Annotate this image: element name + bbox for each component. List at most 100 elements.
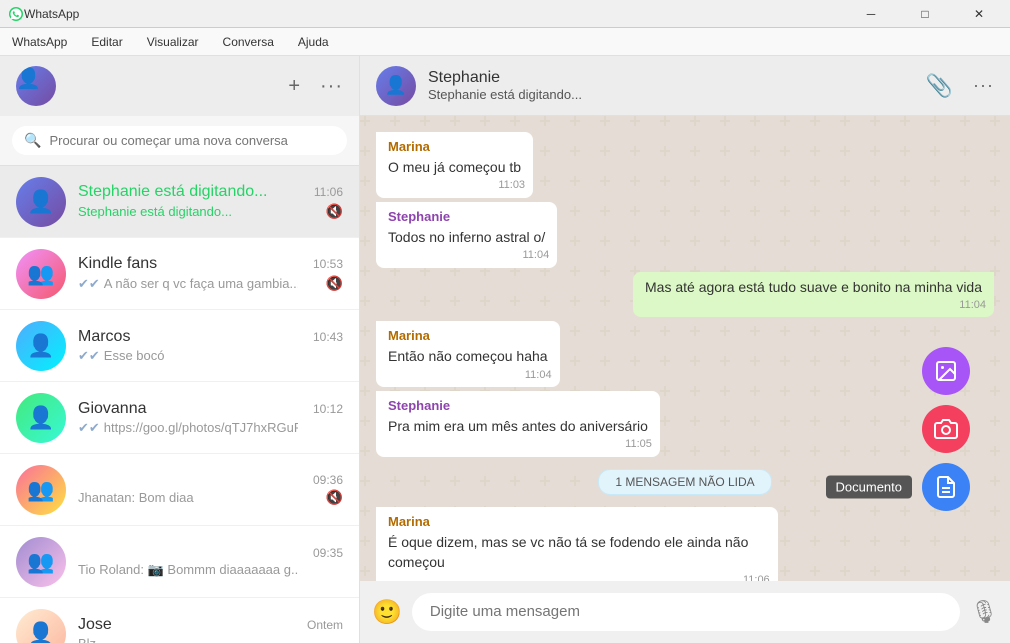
message-sender: Marina — [388, 513, 766, 531]
mute-icon: 🔇 — [326, 275, 343, 292]
chat-item-jhanatan[interactable]: 👥 09:36 Jhanatan: Bom diaa 🔇 — [0, 454, 359, 526]
chat-info-giovanna: Giovanna 10:12 ✔✔ https://goo.gl/photos/… — [78, 400, 343, 436]
chat-preview-row: Stephanie está digitando... 🔇 — [78, 203, 343, 220]
document-attach-wrap: Documento — [922, 463, 970, 511]
more-options-icon[interactable]: ··· — [320, 75, 343, 98]
chat-header-name: Stephanie — [428, 69, 926, 87]
menu-visualizar[interactable]: Visualizar — [143, 31, 203, 53]
chat-avatar-jhanatan: 👥 — [16, 465, 66, 515]
chat-item-roland[interactable]: 👥 09:35 Tio Roland: 📷 Bommm diaaaaaaa g.… — [0, 526, 359, 598]
chat-info-kindle: Kindle fans 10:53 ✔✔ A não ser q vc faça… — [78, 255, 343, 292]
sidebar-header: 👤 + ··· — [0, 56, 359, 116]
search-input-wrap: 🔍 — [12, 126, 347, 155]
chat-header-icons: 📎 ··· — [926, 73, 994, 99]
chat-time: 11:06 — [314, 185, 343, 199]
message-input[interactable] — [430, 603, 942, 620]
message-sender: Marina — [388, 327, 548, 345]
camera-attach-button[interactable] — [922, 405, 970, 453]
chat-preview: Stephanie está digitando... — [78, 204, 232, 219]
chat-preview: ✔✔ Esse bocó — [78, 348, 165, 364]
chat-preview-row: Jhanatan: Bom diaa 🔇 — [78, 489, 343, 506]
message-input-wrap — [412, 593, 960, 631]
message-sender: Marina — [388, 138, 521, 156]
message-sender: Stephanie — [388, 397, 648, 415]
document-attach-button[interactable] — [922, 463, 970, 511]
search-icon: 🔍 — [24, 132, 41, 149]
title-bar: WhatsApp ─ □ ✕ — [0, 0, 1010, 28]
chat-input-bar: 🙂 🎙 — [360, 581, 1010, 643]
minimize-button[interactable]: ─ — [848, 0, 894, 28]
chat-name: Kindle fans — [78, 255, 157, 273]
chat-preview: Tio Roland: 📷 Bommm diaaaaaaa g... — [78, 562, 298, 578]
chat-time: Ontem — [307, 618, 343, 632]
emoji-button[interactable]: 🙂 — [372, 598, 402, 627]
sidebar-header-icons: + ··· — [288, 75, 343, 98]
chat-preview-row: Tio Roland: 📷 Bommm diaaaaaaa g... — [78, 562, 343, 578]
message-text: Então não começou haha — [388, 347, 548, 367]
message-row-m6: Marina É oque dizem, mas se vc não tá se… — [376, 507, 994, 581]
chat-item-kindle[interactable]: 👥 Kindle fans 10:53 ✔✔ A não ser q vc fa… — [0, 238, 359, 310]
message-row-m1: Marina O meu já começou tb 11:03 — [376, 132, 994, 198]
chat-avatar-marcos: 👤 — [16, 321, 66, 371]
close-button[interactable]: ✕ — [956, 0, 1002, 28]
menu-editar[interactable]: Editar — [87, 31, 126, 53]
double-check-icon: ✔✔ — [78, 348, 100, 364]
message-text: Pra mim era um mês antes do aniversário — [388, 417, 648, 437]
chat-preview-row: Blz — [78, 636, 343, 643]
sidebar-header-left: 👤 — [16, 66, 56, 106]
search-input[interactable] — [49, 133, 335, 148]
chat-name: Jose — [78, 616, 112, 634]
chat-header-info: Stephanie Stephanie está digitando... — [428, 69, 926, 102]
message-bubble-m2: Stephanie Todos no inferno astral o/ 11:… — [376, 202, 557, 268]
window-controls: ─ □ ✕ — [848, 0, 1002, 28]
chat-avatar-kindle: 👥 — [16, 249, 66, 299]
message-bubble-m6: Marina É oque dizem, mas se vc não tá se… — [376, 507, 778, 581]
message-time: 11:03 — [498, 178, 525, 193]
message-text: Mas até agora está tudo suave e bonito n… — [645, 278, 982, 298]
menu-ajuda[interactable]: Ajuda — [294, 31, 333, 53]
message-row-m2: Stephanie Todos no inferno astral o/ 11:… — [376, 202, 994, 268]
chat-item-stephanie[interactable]: 👤 Stephanie está digitando... 11:06 Step… — [0, 166, 359, 238]
message-text: Todos no inferno astral o/ — [388, 228, 545, 248]
chat-item-marcos[interactable]: 👤 Marcos 10:43 ✔✔ Esse bocó — [0, 310, 359, 382]
message-sender: Stephanie — [388, 208, 545, 226]
chat-name: Stephanie está digitando... — [78, 183, 267, 201]
chat-avatar-giovanna: 👤 — [16, 393, 66, 443]
chat-preview-row: ✔✔ https://goo.gl/photos/qTJ7hxRGuP... — [78, 420, 343, 436]
chat-list: 👤 Stephanie está digitando... 11:06 Step… — [0, 166, 359, 643]
mute-icon: 🔇 — [326, 489, 343, 506]
chat-time: 10:12 — [313, 402, 343, 416]
attach-icon[interactable]: 📎 — [926, 73, 953, 99]
message-bubble-m1: Marina O meu já começou tb 11:03 — [376, 132, 533, 198]
menu-conversa[interactable]: Conversa — [219, 31, 278, 53]
gallery-attach-button[interactable] — [922, 347, 970, 395]
message-time: 11:06 — [743, 573, 770, 581]
chat-name-row: Jose Ontem — [78, 616, 343, 634]
message-bubble-m5: Stephanie Pra mim era um mês antes do an… — [376, 391, 660, 457]
maximize-button[interactable]: □ — [902, 0, 948, 28]
chat-preview-row: ✔✔ A não ser q vc faça uma gambia... 🔇 — [78, 275, 343, 292]
chat-preview-row: ✔✔ Esse bocó — [78, 348, 343, 364]
chat-preview: Blz — [78, 636, 96, 643]
new-chat-icon[interactable]: + — [288, 75, 300, 98]
chat-name-row: 09:35 — [78, 546, 343, 560]
chat-name: Marcos — [78, 328, 130, 346]
chat-more-icon[interactable]: ··· — [973, 75, 994, 96]
chat-preview: Jhanatan: Bom diaa — [78, 490, 194, 505]
user-avatar[interactable]: 👤 — [16, 66, 56, 106]
sidebar: 👤 + ··· 🔍 👤 S — [0, 56, 360, 643]
chat-item-giovanna[interactable]: 👤 Giovanna 10:12 ✔✔ https://goo.gl/photo… — [0, 382, 359, 454]
chat-info-jhanatan: 09:36 Jhanatan: Bom diaa 🔇 — [78, 473, 343, 506]
message-bubble-m3: Mas até agora está tudo suave e bonito n… — [633, 272, 994, 318]
chat-header: 👤 Stephanie Stephanie está digitando... … — [360, 56, 1010, 116]
menu-whatsapp[interactable]: WhatsApp — [8, 31, 71, 53]
chat-time: 10:53 — [313, 257, 343, 271]
message-time: 11:04 — [525, 368, 552, 383]
chat-info-marcos: Marcos 10:43 ✔✔ Esse bocó — [78, 328, 343, 364]
microphone-button[interactable]: 🎙 — [970, 599, 998, 625]
chat-item-jose[interactable]: 👤 Jose Ontem Blz — [0, 598, 359, 643]
message-text: O meu já começou tb — [388, 158, 521, 178]
message-time: 11:04 — [959, 298, 986, 313]
chat-name-row: Giovanna 10:12 — [78, 400, 343, 418]
message-time: 11:05 — [625, 437, 652, 452]
